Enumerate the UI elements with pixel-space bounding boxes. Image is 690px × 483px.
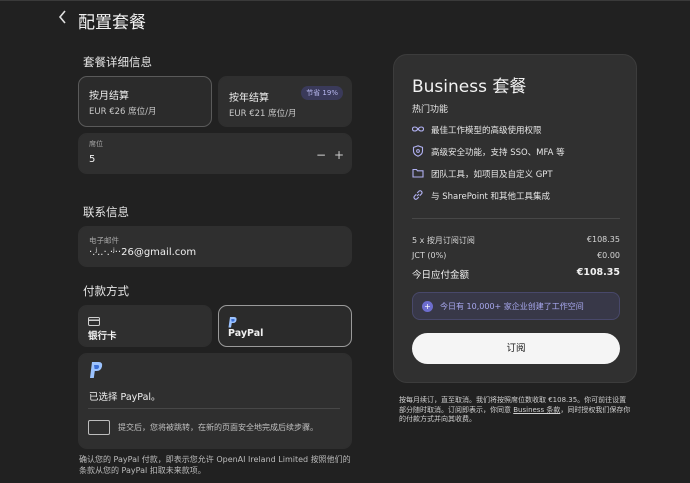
feature-text: 团队工具，如项目及自定义 GPT [431, 170, 553, 180]
summary-title: Business 套餐 [412, 77, 527, 97]
payment-heading: 付款方式 [83, 284, 129, 298]
plan-summary-panel: Business 套餐 热门功能 最佳工作模型的高级使用权限 高级安全功能，支持… [393, 54, 637, 383]
shield-icon [412, 145, 424, 157]
credit-card-icon [88, 317, 100, 326]
paypal-panel-divider [88, 408, 340, 409]
feature-text: 与 SharePoint 和其他工具集成 [431, 192, 551, 202]
paypal-details-panel: 已选择 PayPal。 提交后，您将被跳转，在新的页面安全地完成后续步骤。 [78, 353, 352, 449]
infinity-icon [412, 126, 424, 132]
yearly-plan-price: EUR €21 席位/月 [229, 109, 297, 119]
email-value: ·.ʲ..·.·ʲ··26@gmail.com [89, 247, 197, 258]
line-item-amount: €0.00 [597, 251, 620, 260]
yearly-plan-option[interactable]: 按年结算 EUR €21 席位/月 节省 19% [218, 76, 352, 127]
yearly-plan-title: 按年结算 [229, 93, 269, 104]
line-item-subscription: 5 x 按月订阅订阅 €108.35 [412, 235, 620, 246]
card-payment-label: 银行卡 [88, 331, 117, 342]
seats-field[interactable]: 席位 5 − + [78, 133, 352, 174]
email-label: 电子邮件 [89, 236, 119, 245]
card-payment-option[interactable]: 银行卡 [78, 305, 212, 347]
feature-text: 最佳工作模型的高级使用权限 [431, 126, 542, 136]
feature-text: 高级安全功能，支持 SSO、MFA 等 [431, 148, 565, 158]
business-terms-link[interactable]: Business 条款 [513, 406, 560, 414]
seats-decrement-button[interactable]: − [315, 148, 327, 162]
folder-icon [412, 168, 424, 178]
seats-increment-button[interactable]: + [333, 148, 345, 162]
page-title: 配置套餐 [78, 13, 146, 33]
paypal-icon [228, 317, 237, 328]
hot-features-label: 热门功能 [412, 105, 449, 115]
redirect-window-icon [88, 420, 110, 435]
savings-badge: 节省 19% [301, 86, 343, 100]
chevron-left-icon [58, 10, 66, 24]
plus-circle-icon: + [422, 301, 433, 312]
monthly-plan-option[interactable]: 按月结算 EUR €26 席位/月 [78, 76, 212, 127]
paypal-payment-label: PayPal [228, 328, 264, 339]
seats-value: 5 [89, 154, 96, 165]
plan-details-heading: 套餐详细信息 [83, 55, 152, 69]
total-due-row: 今日应付金额 €108.35 [412, 267, 620, 281]
total-due-label: 今日应付金额 [412, 270, 470, 281]
back-button[interactable] [58, 10, 72, 28]
billing-fine-print: 按每月续订，直至取消。我们将按照席位数收取 €108.35。你可前往设置部分随时… [399, 396, 631, 425]
social-proof-text: 今日有 10,000+ 家企业创建了工作空间 [440, 302, 584, 311]
line-item-label: 5 x 按月订阅订阅 [412, 236, 475, 245]
paypal-consent-text: 确认您的 PayPal 付款，即表示您允许 OpenAI Ireland Lim… [79, 455, 351, 475]
total-due-amount: €108.35 [576, 267, 620, 278]
line-item-amount: €108.35 [586, 235, 620, 244]
redirect-notice: 提交后，您将被跳转，在新的页面安全地完成后续步骤。 [118, 423, 318, 432]
contact-heading: 联系信息 [83, 205, 129, 219]
monthly-plan-title: 按月结算 [89, 91, 129, 102]
paypal-selected-text: 已选择 PayPal。 [89, 392, 161, 403]
line-item-label: JCT (0%) [412, 251, 447, 260]
social-proof-banner: + 今日有 10,000+ 家企业创建了工作空间 [412, 292, 620, 320]
summary-divider [412, 218, 620, 219]
email-field[interactable]: 电子邮件 ·.ʲ..·.·ʲ··26@gmail.com [78, 226, 352, 267]
seats-label: 席位 [89, 140, 103, 148]
paypal-payment-option[interactable]: PayPal [218, 305, 352, 347]
top-divider [0, 0, 690, 1]
line-item-tax: JCT (0%) €0.00 [412, 251, 620, 260]
paypal-logo-icon [90, 362, 103, 378]
link-icon [413, 190, 423, 200]
monthly-plan-price: EUR €26 席位/月 [89, 107, 157, 117]
subscribe-button[interactable]: 订阅 [412, 333, 620, 364]
